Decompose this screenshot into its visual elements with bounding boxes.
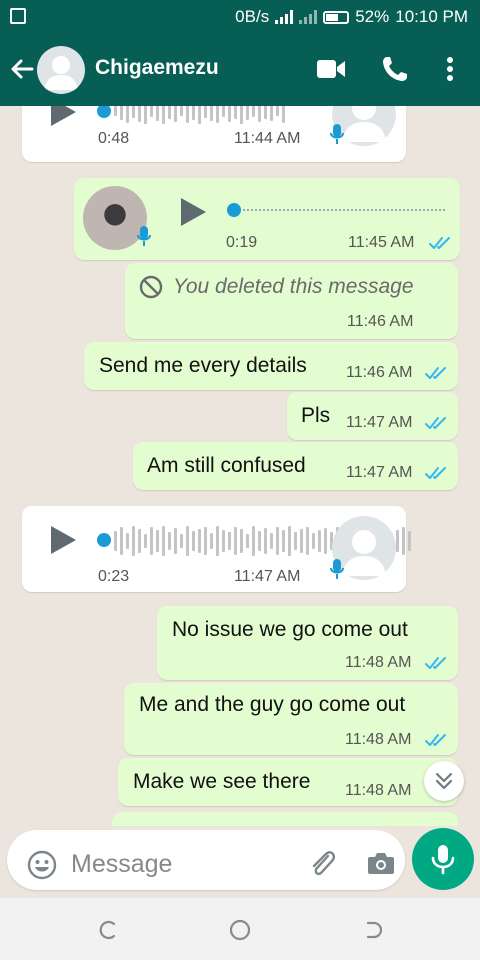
playback-position[interactable] <box>227 203 241 217</box>
emoji-icon[interactable] <box>27 850 57 880</box>
signal-icon <box>275 10 294 24</box>
text-message-outgoing[interactable]: Send me every details 11:46 AM <box>84 342 458 390</box>
message-time: 11:47 AM <box>234 568 301 585</box>
avatar-icon <box>44 56 78 90</box>
waveform[interactable] <box>114 106 285 126</box>
message-input-container[interactable] <box>7 830 405 890</box>
message-time: 11:46 AM <box>346 364 413 381</box>
contact-avatar[interactable] <box>37 46 85 94</box>
voice-duration: 0:23 <box>98 568 130 585</box>
clock: 10:10 PM <box>395 7 468 26</box>
phone-icon[interactable] <box>381 55 409 83</box>
message-time: 11:46 AM <box>347 313 414 330</box>
attach-icon[interactable] <box>307 847 337 881</box>
back-icon[interactable] <box>362 918 386 942</box>
back-arrow-icon[interactable] <box>8 54 36 84</box>
text-message-outgoing[interactable]: No issue we go come out 11:48 AM <box>157 606 458 680</box>
video-call-icon[interactable] <box>316 56 346 82</box>
message-time: 11:48 AM <box>345 782 412 799</box>
read-receipt-icon <box>429 237 450 249</box>
home-icon[interactable] <box>228 918 252 942</box>
message-time: 11:44 AM <box>234 130 301 147</box>
message-time: 11:47 AM <box>346 414 413 431</box>
more-vert-icon[interactable] <box>440 54 460 84</box>
waveform-dotted[interactable] <box>243 209 445 211</box>
text-message-outgoing-partial[interactable] <box>112 812 458 826</box>
message-time: 11:47 AM <box>346 464 413 481</box>
chat-area[interactable]: 0:48 11:44 AM 0:19 11:45 AM You deleted … <box>0 106 480 826</box>
message-text: Send me every details <box>99 354 307 377</box>
message-text: Am still confused <box>147 454 306 477</box>
read-receipt-icon <box>425 734 446 746</box>
play-icon[interactable] <box>48 106 78 128</box>
voice-duration: 0:19 <box>226 234 258 251</box>
voice-message-outgoing[interactable]: 0:19 11:45 AM <box>74 178 460 260</box>
message-text: No issue we go come out <box>172 618 408 641</box>
recents-icon[interactable] <box>96 918 120 942</box>
message-time: 11:48 AM <box>345 731 412 748</box>
message-text: Me and the guy go come out <box>139 693 406 716</box>
mic-icon <box>330 124 344 144</box>
mic-icon <box>330 559 344 579</box>
voice-message-incoming[interactable]: 0:23 11:47 AM <box>22 506 411 592</box>
read-receipt-icon <box>425 417 446 429</box>
signal-icon-2 <box>299 10 318 24</box>
status-bar: 0B/s 52% 10:10 PM <box>0 0 480 34</box>
message-time: 11:48 AM <box>345 654 412 671</box>
screen-cast-icon <box>10 8 26 24</box>
contact-name[interactable]: Chigaemezu <box>95 56 219 80</box>
mic-icon <box>137 226 151 246</box>
playback-position[interactable] <box>97 533 111 547</box>
status-bar-right: 0B/s 52% 10:10 PM <box>235 7 468 27</box>
chat-header: Chigaemezu <box>0 34 480 106</box>
system-navigation-bar <box>0 898 480 960</box>
deleted-icon <box>139 275 163 299</box>
message-text: Pls <box>301 404 331 427</box>
message-text: Make we see there <box>133 770 311 793</box>
battery-percent: 52% <box>355 7 390 26</box>
text-message-outgoing[interactable]: Pls 11:47 AM <box>287 392 458 440</box>
read-receipt-icon <box>425 657 446 669</box>
deleted-message-text: You deleted this message <box>173 275 414 298</box>
deleted-message[interactable]: You deleted this message 11:46 AM <box>125 263 458 339</box>
battery-icon <box>323 10 350 24</box>
read-receipt-icon <box>425 467 446 479</box>
net-speed: 0B/s <box>235 7 270 26</box>
voice-duration: 0:48 <box>98 130 130 147</box>
message-time: 11:45 AM <box>348 234 415 251</box>
text-message-outgoing[interactable]: Make we see there 11:48 AM <box>118 758 458 806</box>
voice-message-incoming[interactable]: 0:48 11:44 AM <box>22 106 406 162</box>
play-icon[interactable] <box>48 524 78 556</box>
composer <box>0 826 480 898</box>
voice-record-button[interactable] <box>412 828 474 890</box>
text-message-outgoing[interactable]: Me and the guy go come out 11:48 AM <box>124 683 458 755</box>
play-icon[interactable] <box>178 196 208 228</box>
scroll-to-bottom-button[interactable] <box>424 761 464 801</box>
chevron-double-down-icon <box>435 772 453 790</box>
playback-position[interactable] <box>97 106 111 118</box>
text-message-outgoing[interactable]: Am still confused 11:47 AM <box>133 442 458 490</box>
mic-icon <box>431 845 455 875</box>
camera-icon[interactable] <box>367 850 395 876</box>
read-receipt-icon <box>425 367 446 379</box>
message-input[interactable] <box>71 848 291 880</box>
